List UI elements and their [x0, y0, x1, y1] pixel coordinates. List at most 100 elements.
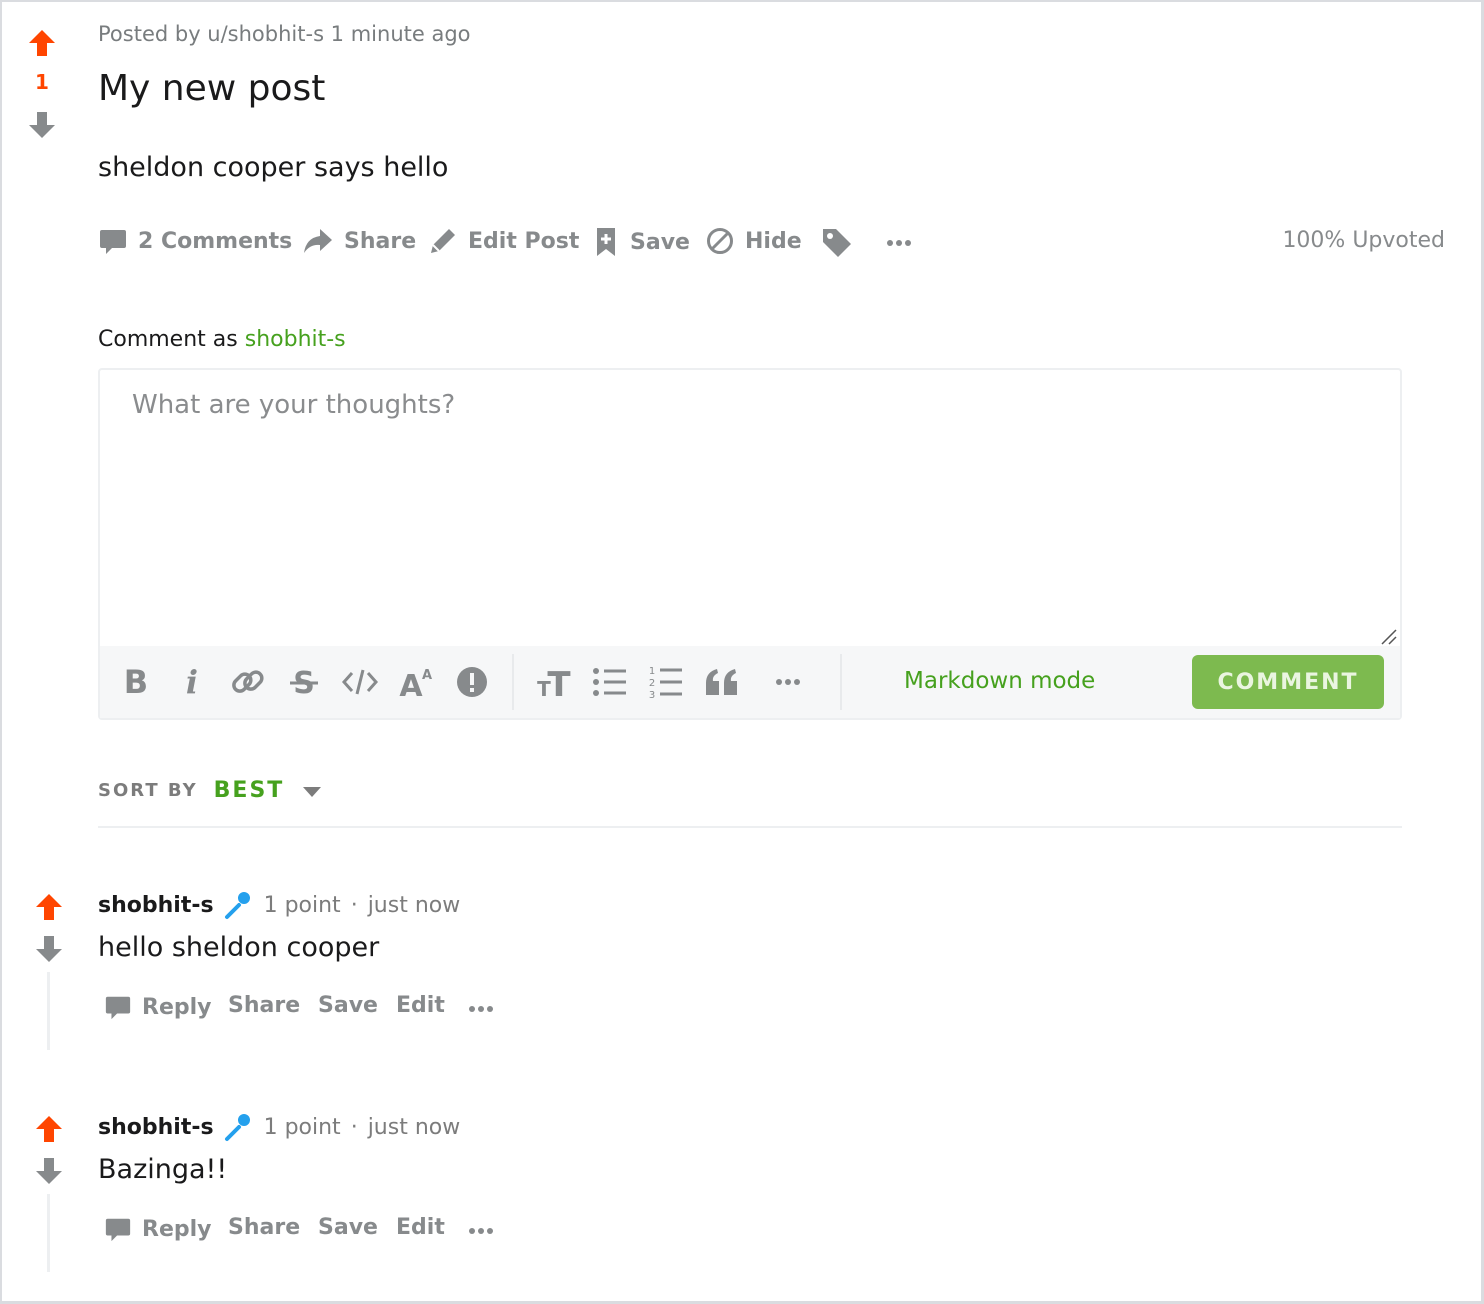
toolbar-separator — [840, 654, 842, 710]
quote-block-button[interactable] — [702, 662, 742, 702]
comment-input[interactable] — [100, 370, 1400, 646]
comment-more-button[interactable] — [466, 994, 496, 1024]
reply-label: Reply — [142, 1216, 212, 1242]
numbered-list-icon: 123 — [649, 666, 682, 699]
post-score: 1 — [35, 70, 49, 94]
share-button[interactable]: Share — [228, 1215, 300, 1240]
bulleted-list-button[interactable] — [590, 662, 630, 702]
flair-button[interactable] — [820, 226, 854, 260]
link-button[interactable] — [228, 662, 268, 702]
submit-comment-button[interactable]: COMMENT — [1192, 655, 1384, 709]
post-title: My new post — [98, 68, 326, 109]
strikethrough-button[interactable]: S — [284, 662, 324, 702]
comment-author[interactable]: shobhit-s — [98, 1115, 214, 1140]
markdown-mode-toggle[interactable]: Markdown mode — [904, 668, 1095, 694]
tag-icon — [823, 229, 851, 257]
upvote-arrow-icon — [29, 30, 55, 56]
share-label: Share — [344, 228, 417, 254]
toolbar-more-button[interactable] — [768, 662, 808, 702]
comments-button[interactable]: 2 Comments — [98, 226, 292, 256]
more-dots-icon — [469, 1228, 493, 1234]
reply-label: Reply — [142, 994, 212, 1020]
comment-points: 1 point — [263, 892, 341, 918]
spoiler-icon — [457, 667, 487, 697]
downvote-button[interactable] — [27, 110, 57, 140]
comment-2-upvote-button[interactable] — [34, 1114, 64, 1148]
comment-editor: B i S AA TT — [98, 368, 1402, 720]
comment-as-label: Comment as shobhit-s — [98, 327, 346, 352]
bold-button[interactable]: B — [116, 662, 156, 702]
hide-button[interactable]: Hide — [705, 226, 802, 256]
sort-divider — [98, 826, 1402, 828]
upvote-arrow-icon — [36, 894, 62, 920]
edit-post-button[interactable]: Edit Post — [428, 226, 579, 256]
numbered-list-button[interactable]: 123 — [646, 662, 686, 702]
comment-1-upvote-button[interactable] — [34, 892, 64, 926]
microphone-flair-icon — [224, 892, 250, 919]
reply-button[interactable]: Reply — [104, 1215, 212, 1243]
spoiler-button[interactable] — [452, 662, 492, 702]
svg-text:2: 2 — [649, 678, 655, 689]
comment-more-button[interactable] — [466, 1216, 496, 1246]
comment-body: hello sheldon cooper — [98, 932, 380, 963]
post-page: 1 Posted by u/shobhit-s 1 minute ago My … — [0, 0, 1484, 1304]
upvote-button[interactable] — [27, 28, 57, 58]
bulleted-list-icon — [593, 668, 626, 696]
edit-button[interactable]: Edit — [396, 1215, 445, 1240]
sort-value: BEST — [213, 778, 285, 803]
save-button[interactable]: Save — [592, 226, 690, 258]
bold-icon: B — [124, 666, 148, 698]
comment-as-username[interactable]: shobhit-s — [245, 327, 346, 352]
superscript-button[interactable]: AA — [396, 662, 436, 702]
hide-label: Hide — [745, 228, 802, 254]
comment-1-header: shobhit-s 1 point · just now — [98, 890, 460, 920]
comment-bubble-icon — [100, 230, 126, 254]
downvote-arrow-icon — [36, 1158, 62, 1184]
svg-text:B: B — [124, 666, 148, 698]
comment-bubble-icon — [105, 996, 131, 1020]
heading-icon: TT — [537, 665, 571, 699]
save-button[interactable]: Save — [318, 1215, 378, 1240]
inline-code-icon — [341, 669, 379, 695]
sort-dropdown[interactable]: SORT BY BEST — [98, 778, 324, 803]
comment-body: Bazinga!! — [98, 1154, 228, 1185]
edit-post-label: Edit Post — [468, 228, 580, 254]
downvote-arrow-icon — [29, 112, 55, 138]
svg-text:i: i — [186, 666, 198, 698]
toolbar-separator — [512, 654, 514, 710]
meta-separator: · — [350, 892, 358, 918]
post-body: sheldon cooper says hello — [98, 152, 449, 183]
inline-code-button[interactable] — [340, 662, 380, 702]
svg-text:A: A — [422, 668, 432, 683]
comment-author[interactable]: shobhit-s — [98, 893, 214, 918]
comment-2-downvote-button[interactable] — [34, 1156, 64, 1190]
more-dots-icon — [887, 240, 911, 246]
upvote-arrow-icon — [36, 1116, 62, 1142]
comment-1-downvote-button[interactable] — [34, 934, 64, 968]
bookmark-icon — [597, 228, 615, 256]
post-more-button[interactable] — [884, 228, 914, 258]
italic-icon: i — [186, 666, 198, 698]
downvote-arrow-icon — [36, 936, 62, 962]
resize-grip-icon[interactable] — [1380, 628, 1398, 646]
save-button[interactable]: Save — [318, 993, 378, 1018]
edit-button[interactable]: Edit — [396, 993, 445, 1018]
svg-text:T: T — [547, 665, 571, 699]
heading-button[interactable]: TT — [534, 662, 574, 702]
sort-by-label: SORT BY — [98, 780, 198, 801]
hide-circle-slash-icon — [707, 228, 733, 254]
comment-thread-line[interactable] — [47, 972, 50, 1050]
comment-time: just now — [367, 892, 461, 918]
reply-button[interactable]: Reply — [104, 993, 212, 1021]
share-button[interactable]: Share — [302, 226, 416, 256]
microphone-flair-icon — [224, 1114, 250, 1141]
share-arrow-icon — [304, 229, 332, 253]
strikethrough-icon: S — [290, 666, 318, 698]
comment-time: just now — [367, 1114, 461, 1140]
link-icon — [232, 670, 264, 693]
pencil-icon — [431, 229, 455, 253]
italic-button[interactable]: i — [172, 662, 212, 702]
comment-thread-line[interactable] — [47, 1194, 50, 1272]
share-button[interactable]: Share — [228, 993, 300, 1018]
comment-bubble-icon — [105, 1218, 131, 1242]
